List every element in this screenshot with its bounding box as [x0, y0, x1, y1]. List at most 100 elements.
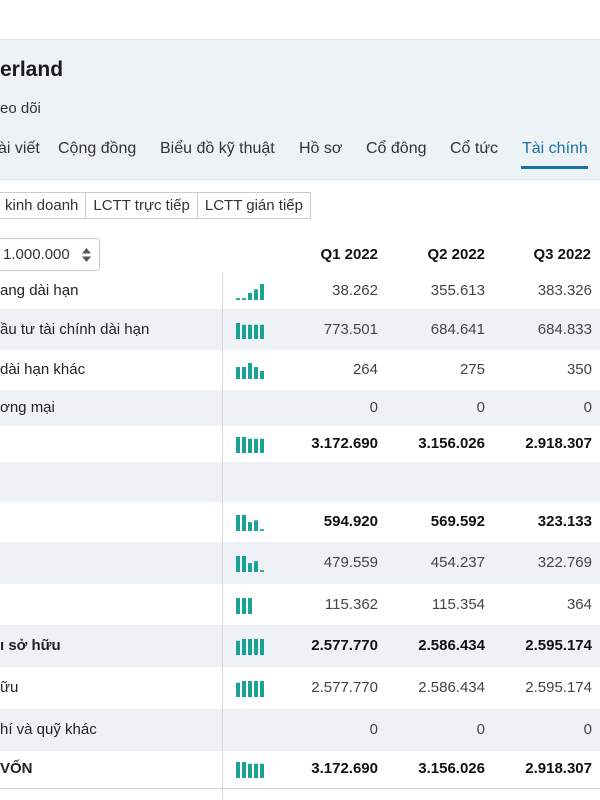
- cell-q2: 0: [476, 399, 485, 416]
- sparkline-bar: [248, 563, 252, 572]
- sparkline-icon: [236, 515, 264, 531]
- sparkline-bar: [260, 639, 264, 655]
- column-header-q1: Q1 2022: [320, 246, 378, 263]
- cell-q3: 2.918.307: [525, 760, 592, 777]
- sparkline-bar: [254, 438, 258, 453]
- sparkline-icon: [236, 437, 264, 453]
- sparkline-icon: [236, 363, 264, 379]
- tab-tai-chinh[interactable]: Tài chính: [522, 140, 588, 158]
- sparkline-bar: [236, 437, 240, 453]
- sparkline-bar: [242, 762, 246, 778]
- tab-bai-viet[interactable]: ài viết: [0, 140, 40, 158]
- row-label: dài hạn khác: [0, 361, 86, 378]
- column-header-q2: Q2 2022: [427, 246, 485, 263]
- cell-q1: 3.172.690: [311, 435, 378, 452]
- row-label: ữu: [0, 679, 19, 696]
- cell-q1: 479.559: [323, 554, 378, 571]
- sparkline-bar: [248, 363, 252, 379]
- sparkline-bar: [242, 598, 246, 614]
- table-row-no-phai-tra: 594.920 569.592 323.133: [0, 502, 600, 542]
- sparkline-bar: [242, 324, 246, 339]
- cell-q3: 364: [566, 596, 592, 613]
- cell-q2: 3.156.026: [418, 435, 485, 452]
- cell-q2: 355.613: [430, 282, 485, 299]
- sparkline-bar: [260, 529, 264, 531]
- cell-q2: 454.237: [430, 554, 485, 571]
- sparkline-bar: [248, 598, 252, 614]
- table-row-thuong-mai: ơng mại 0 0 0: [0, 390, 600, 426]
- cell-q2: 0: [476, 721, 485, 738]
- select-updown-icon: [82, 248, 91, 262]
- top-bar: [0, 0, 600, 40]
- cell-q2: 3.156.026: [418, 760, 485, 777]
- cell-q1: 3.172.690: [311, 760, 378, 777]
- cell-q3: 2.918.307: [525, 435, 592, 452]
- sparkline-bar: [254, 639, 258, 655]
- follow-text[interactable]: eo dõi: [0, 100, 41, 117]
- table-row-no-ngan-han: 479.559 454.237 322.769: [0, 542, 600, 584]
- column-header-q3: Q3 2022: [533, 246, 591, 263]
- subtab-lctt-gian-tiep[interactable]: LCTT gián tiếp: [196, 192, 311, 219]
- tab-co-dong[interactable]: Cổ đông: [366, 140, 427, 158]
- cell-q1: 264: [352, 361, 378, 378]
- sparkline-bar: [236, 367, 240, 379]
- row-label: VỐN: [0, 760, 33, 777]
- sparkline-bar: [242, 367, 246, 379]
- report-subtabs: kinh doanh LCTT trực tiếp LCTT gián tiếp: [0, 192, 311, 219]
- row-label: ang dài hạn: [0, 282, 79, 299]
- cell-q3: 383.326: [537, 282, 592, 299]
- sparkline-bar: [236, 515, 240, 531]
- tab-co-tuc[interactable]: Cổ tức: [450, 140, 498, 158]
- unit-select[interactable]: 1.000.000: [0, 238, 100, 271]
- cell-q1: 0: [369, 721, 378, 738]
- tab-cong-dong[interactable]: Cộng đồng: [58, 140, 136, 158]
- cell-q3: 350: [566, 361, 592, 378]
- sparkline-bar: [260, 681, 264, 697]
- sparkline-bar: [242, 556, 246, 572]
- table-row-no-dai-han: 115.362 115.354 364: [0, 584, 600, 625]
- sparkline-bar: [236, 323, 240, 339]
- row-label: hí và quỹ khác: [0, 721, 97, 738]
- tab-ho-so[interactable]: Hồ sơ: [299, 140, 342, 158]
- cell-q1: 115.362: [324, 596, 378, 613]
- sparkline-bar: [242, 681, 246, 697]
- subtab-lctt-truc-tiep[interactable]: LCTT trực tiếp: [85, 192, 198, 219]
- cell-q1: 38.262: [332, 282, 378, 299]
- sparkline-bar: [242, 515, 246, 531]
- table-row-von-chu-so-huu-detail: ữu 2.577.770 2.586.434 2.595.174: [0, 667, 600, 709]
- tab-bieu-do-ky-thuat[interactable]: Biểu đồ kỹ thuật: [160, 140, 275, 158]
- row-label: ı sở hữu: [0, 637, 61, 654]
- sparkline-bar: [242, 298, 246, 300]
- table-bottom-border: [0, 788, 600, 789]
- sparkline-bar: [260, 438, 264, 453]
- sparkline-bar: [236, 682, 240, 697]
- table-row-tong-nguon-von: VỐN 3.172.690 3.156.026 2.918.307: [0, 751, 600, 787]
- cell-q2: 2.586.434: [418, 679, 485, 696]
- cell-q3: 323.133: [537, 513, 592, 530]
- sparkline-bar: [254, 289, 258, 300]
- sparkline-icon: [236, 284, 264, 300]
- subtab-kinh-doanh[interactable]: kinh doanh: [0, 192, 87, 219]
- sparkline-bar: [248, 681, 252, 697]
- sparkline-bar: [236, 640, 240, 655]
- sparkline-bar: [260, 324, 264, 339]
- sparkline-icon: [236, 598, 252, 614]
- sparkline-bar: [254, 324, 258, 339]
- sparkline-bar: [260, 763, 264, 778]
- sparkline-bar: [254, 561, 258, 572]
- table-row-tong-tai-san: 3.172.690 3.156.026 2.918.307: [0, 426, 600, 462]
- sparkline-bar: [254, 520, 258, 531]
- cell-q1: 2.577.770: [311, 679, 378, 696]
- sparkline-bar: [236, 762, 240, 778]
- unit-select-value: 1.000.000: [3, 246, 70, 263]
- cell-q2: 115.354: [431, 596, 485, 613]
- cell-q1: 0: [369, 399, 378, 416]
- cell-q3: 2.595.174: [525, 637, 592, 654]
- sparkline-bar: [248, 324, 252, 339]
- cell-q2: 569.592: [430, 513, 485, 530]
- sparkline-icon: [236, 556, 264, 572]
- sparkline-bar: [242, 437, 246, 453]
- sparkline-bar: [248, 522, 252, 531]
- sparkline-bar: [254, 367, 258, 379]
- financials-panel: erland eo dõi ài viết Cộng đồng Biểu đồ …: [0, 40, 600, 800]
